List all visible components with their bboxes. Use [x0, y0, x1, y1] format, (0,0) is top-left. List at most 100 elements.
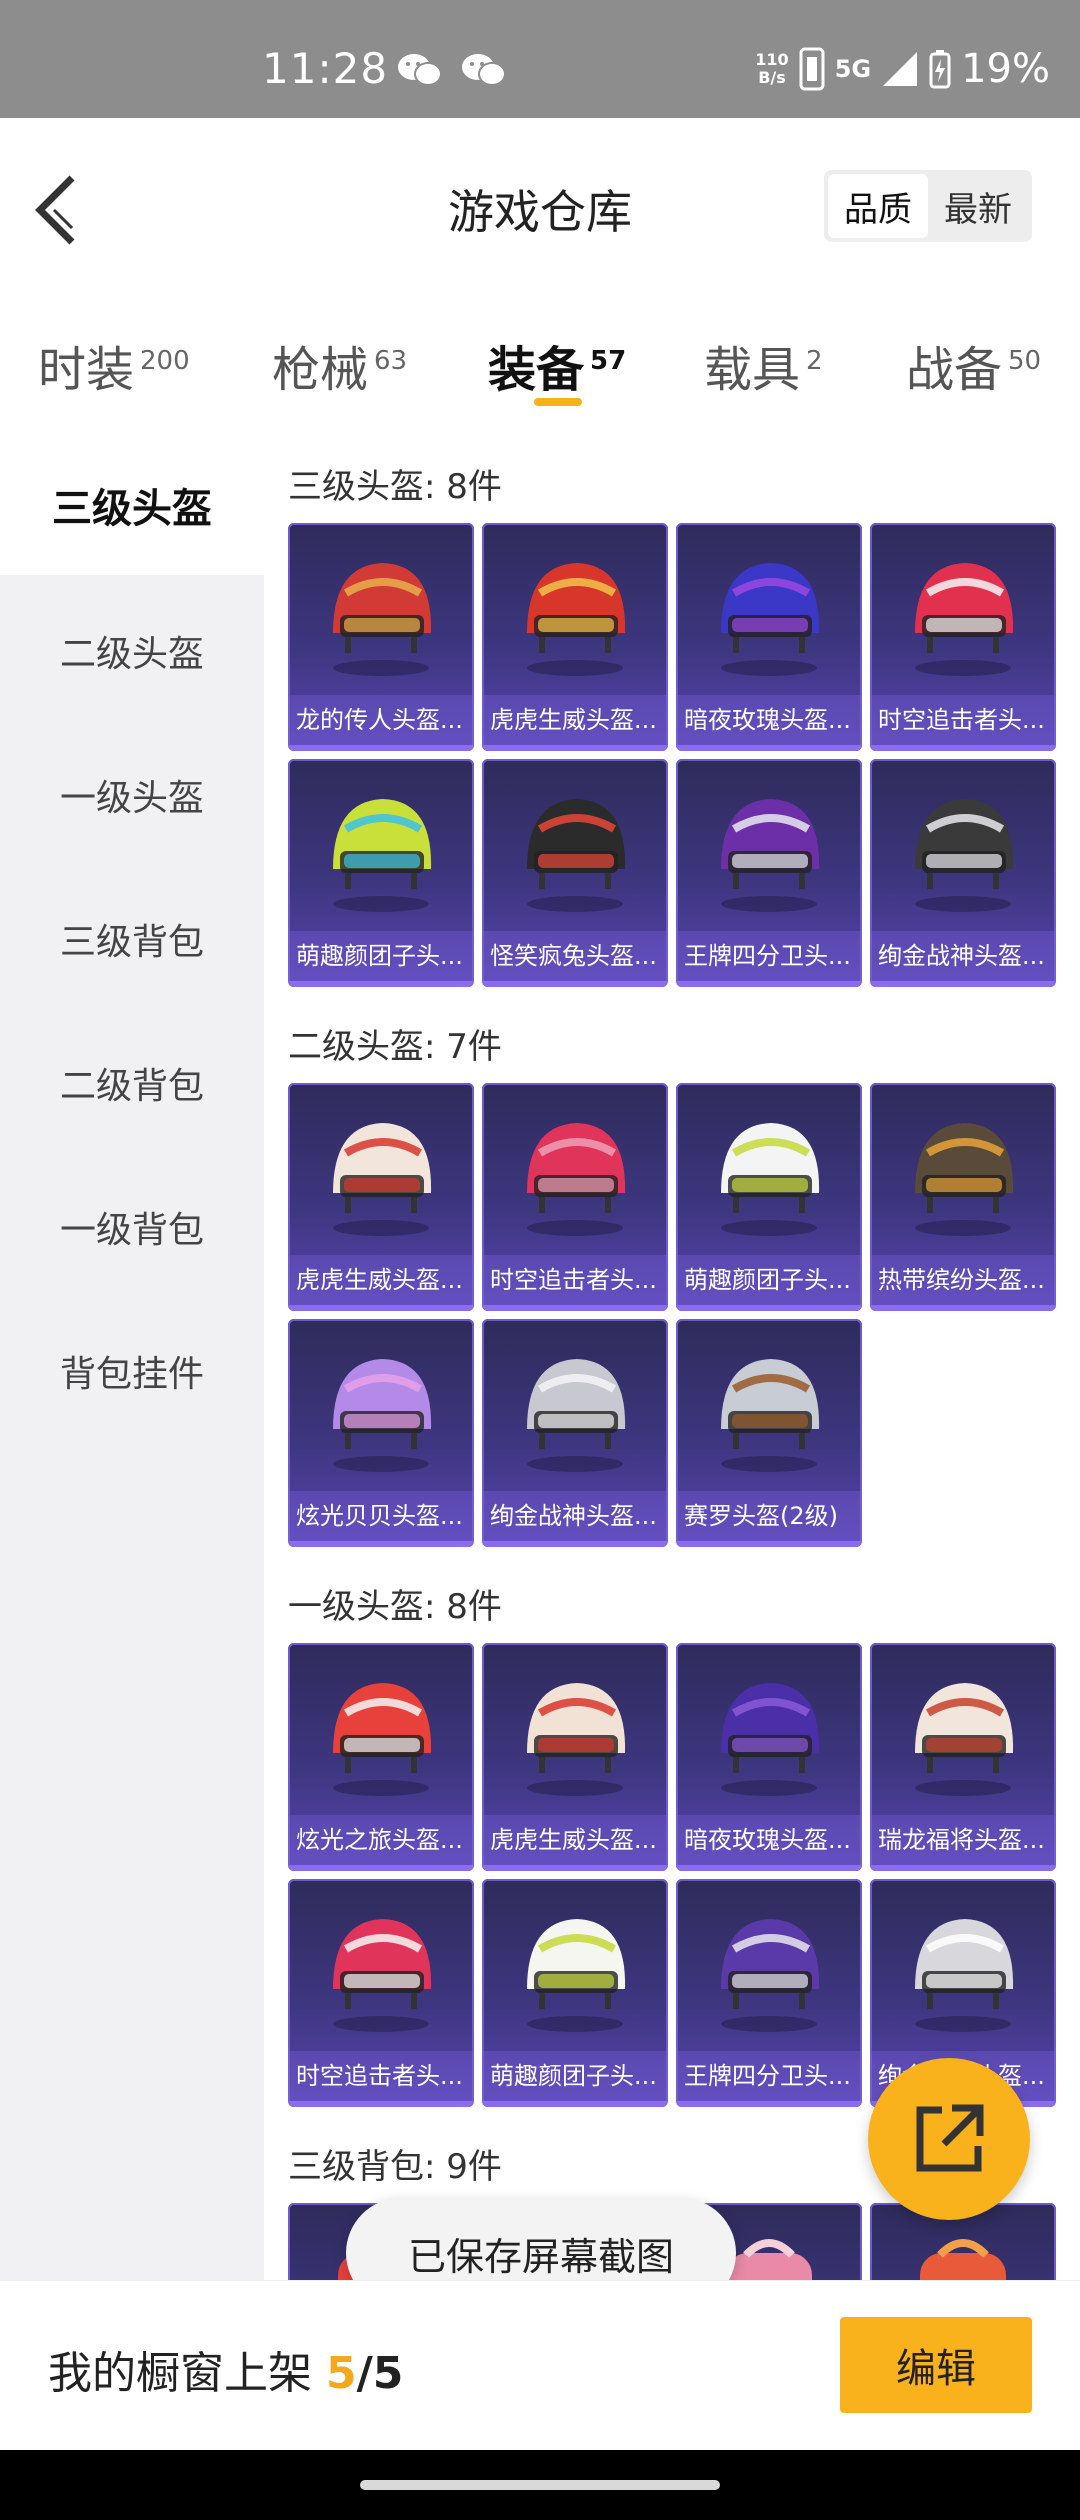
section-title: 三级头盔: 8件 — [288, 467, 502, 507]
sidebar: 三级头盔 二级头盔 一级头盔 三级背包 二级背包 一级背包 背包挂件 — [0, 435, 264, 2280]
item-card[interactable]: 虎虎生威头盔... — [288, 1083, 474, 1311]
section-title: 一级头盔: 8件 — [288, 1587, 502, 1627]
item-card[interactable]: 暗夜玫瑰头盔... — [676, 523, 862, 751]
item-card[interactable]: 王牌四分卫头... — [676, 759, 862, 987]
item-card-label: 怪笑疯兔头盔... — [482, 931, 668, 981]
sidebar-item-level1-backpack[interactable]: 一级背包 — [0, 1157, 264, 1297]
item-card-label: 时空追击者头... — [482, 1255, 668, 1305]
showcase-count: 我的橱窗上架 5/5 — [48, 2348, 404, 2399]
item-card-label: 时空追击者头... — [870, 695, 1056, 745]
item-card[interactable]: 赛罗头盔(2级) — [676, 1319, 862, 1547]
item-card[interactable]: 时空追击者头... — [482, 1083, 668, 1311]
helmet-icon — [527, 1683, 626, 1796]
tab-equipment[interactable]: 装备 57 — [488, 330, 626, 400]
item-card[interactable]: 绚金战神头盔... — [870, 759, 1056, 987]
sort-newest-option[interactable]: 最新 — [928, 174, 1028, 238]
category-tabs: 时装 200 枪械 63 装备 57 载具 2 战备 50 — [0, 290, 1080, 435]
item-card-label: 炫光贝贝头盔... — [288, 1491, 474, 1541]
sidebar-item-backpack-charm[interactable]: 背包挂件 — [0, 1301, 264, 1441]
item-card-label: 热带缤纷头盔... — [870, 1255, 1056, 1305]
battery-charging-icon — [929, 50, 951, 89]
helmet-icon — [915, 563, 1014, 676]
helmet-icon — [333, 563, 432, 676]
item-card[interactable]: 炫光之旅头盔... — [288, 1643, 474, 1871]
helmet-icon — [333, 1123, 432, 1236]
helmet-icon — [333, 1683, 432, 1796]
helmet-icon — [333, 1359, 432, 1472]
helmet-icon — [915, 1123, 1014, 1236]
item-card[interactable]: 萌趣颜团子头... — [288, 759, 474, 987]
item-card[interactable]: 时空追击者头... — [288, 1879, 474, 2107]
home-indicator[interactable] — [360, 2480, 720, 2490]
network-type: 5G — [834, 55, 872, 83]
section-title: 三级背包: 9件 — [288, 2147, 502, 2187]
helmet-icon — [527, 1359, 626, 1472]
item-card-label: 炫光之旅头盔... — [288, 1815, 474, 1865]
wechat-notification-icon — [462, 54, 506, 86]
helmet-icon — [721, 799, 820, 912]
wechat-notification-icon — [398, 54, 442, 86]
tab-guns[interactable]: 枪械 63 — [272, 330, 407, 400]
item-card[interactable]: 虎虎生威头盔... — [482, 1643, 668, 1871]
tab-supplies[interactable]: 战备 50 — [906, 330, 1041, 400]
item-card[interactable]: 王牌四分卫头... — [676, 1879, 862, 2107]
hd-icon — [799, 47, 825, 91]
helmet-icon — [527, 799, 626, 912]
item-card[interactable]: 瑞龙福将头盔... — [870, 1643, 1056, 1871]
item-card[interactable]: 怪笑疯兔头盔... — [482, 759, 668, 987]
tab-fashion[interactable]: 时装 200 — [38, 330, 190, 400]
item-card[interactable]: 虎虎生威头盔... — [482, 523, 668, 751]
helmet-icon — [721, 1123, 820, 1236]
item-card[interactable]: 萌趣颜团子头... — [676, 1083, 862, 1311]
item-card-label: 萌趣颜团子头... — [288, 931, 474, 981]
item-card-label: 龙的传人头盔... — [288, 695, 474, 745]
tab-vehicles[interactable]: 载具 2 — [704, 330, 823, 400]
helmet-icon — [527, 1919, 626, 2032]
share-fab[interactable] — [868, 2058, 1030, 2220]
sort-quality-option[interactable]: 品质 — [828, 174, 928, 238]
item-card[interactable]: 萌趣颜团子头... — [482, 1879, 668, 2107]
sidebar-item-level2-backpack[interactable]: 二级背包 — [0, 1013, 264, 1153]
item-card-label: 虎虎生威头盔... — [482, 1815, 668, 1865]
sidebar-item-level3-backpack[interactable]: 三级背包 — [0, 869, 264, 1009]
share-external-icon — [916, 2104, 984, 2172]
helmet-icon — [721, 1359, 820, 1472]
item-card-label: 萌趣颜团子头... — [482, 2051, 668, 2101]
helmet-icon — [333, 799, 432, 912]
item-card[interactable]: 热带缤纷头盔... — [870, 1083, 1056, 1311]
item-card[interactable]: 绚金战神头盔... — [482, 1319, 668, 1547]
section-title: 二级头盔: 7件 — [288, 1027, 502, 1067]
item-card-label: 暗夜玫瑰头盔... — [676, 1815, 862, 1865]
helmet-icon — [527, 563, 626, 676]
item-card[interactable]: 暗夜玫瑰头盔... — [676, 1643, 862, 1871]
item-card[interactable]: 时空追击者头... — [870, 523, 1056, 751]
sidebar-item-level2-helmet[interactable]: 二级头盔 — [0, 581, 264, 721]
header: 游戏仓库 品质 最新 — [0, 118, 1080, 290]
item-card-label: 王牌四分卫头... — [676, 931, 862, 981]
status-time: 11:28 — [262, 44, 389, 93]
edit-button[interactable]: 编辑 — [840, 2317, 1032, 2413]
helmet-icon — [721, 1919, 820, 2032]
sidebar-item-level1-helmet[interactable]: 一级头盔 — [0, 725, 264, 865]
battery-percent: 19% — [961, 46, 1050, 92]
sidebar-item-level3-helmet[interactable]: 三级头盔 — [0, 435, 264, 575]
item-card-label: 绚金战神头盔... — [482, 1491, 668, 1541]
status-indicators: 110 B/s 5G 19% — [755, 44, 1050, 94]
status-bar: 11:28 110 B/s 5G 19% — [0, 0, 1080, 118]
helmet-icon — [333, 1919, 432, 2032]
item-card-label: 虎虎生威头盔... — [288, 1255, 474, 1305]
item-card-label: 萌趣颜团子头... — [676, 1255, 862, 1305]
signal-icon — [883, 52, 918, 86]
helmet-icon — [721, 563, 820, 676]
helmet-icon — [915, 799, 1014, 912]
system-nav-bar — [0, 2450, 1080, 2520]
helmet-icon — [915, 1919, 1014, 2032]
item-card-label: 暗夜玫瑰头盔... — [676, 695, 862, 745]
sort-toggle[interactable]: 品质 最新 — [824, 170, 1032, 242]
net-speed: 110 B/s — [755, 50, 789, 87]
item-card[interactable]: 龙的传人头盔... — [288, 523, 474, 751]
helmet-icon — [915, 1683, 1014, 1796]
item-card-label: 绚金战神头盔... — [870, 931, 1056, 981]
item-card[interactable]: 炫光贝贝头盔... — [288, 1319, 474, 1547]
active-tab-indicator — [534, 398, 582, 406]
